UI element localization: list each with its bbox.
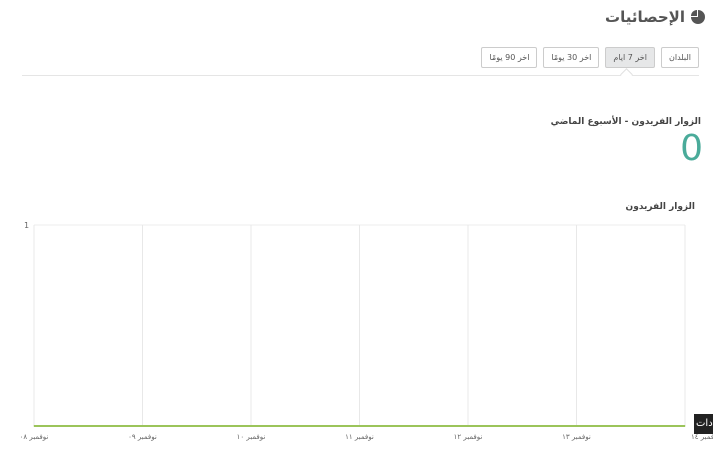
line-chart: نوفمبر ٠٨ نوفمبر ٠٩ نوفمبر ١٠ نوفمبر ١١ نوفم… (20, 221, 713, 441)
x-tick-label: نوفمبر ١٣ (562, 433, 591, 441)
x-tick-label: نوفمبر ٠٩ (128, 433, 157, 441)
data-point (576, 425, 577, 427)
x-tick-label: نوفمبر ١١ (345, 433, 374, 441)
x-tick-label: نوفمبر ١٢ (454, 433, 483, 441)
data-point (467, 425, 469, 427)
y-tick-label: 1 (24, 221, 29, 230)
data-point (359, 425, 360, 427)
x-tick-label: نوفمبر ١٤ (691, 433, 713, 441)
x-tick-label: نوفمبر ٠٨ (20, 433, 49, 441)
data-point (684, 425, 686, 427)
x-tick-label: نوفمبر ١٠ (237, 433, 266, 441)
data-point (250, 425, 252, 427)
data-point (142, 425, 143, 427)
tooltip: دات (694, 414, 713, 434)
data-point (33, 425, 35, 427)
